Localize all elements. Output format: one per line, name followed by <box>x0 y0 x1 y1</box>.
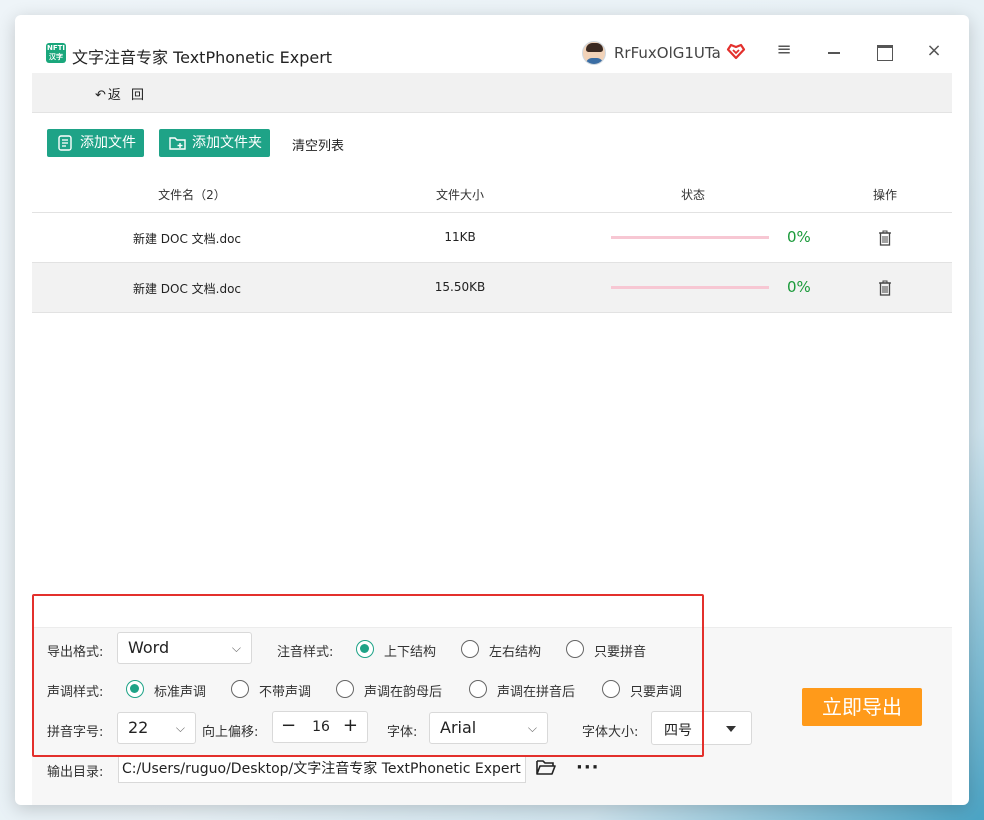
caret-down-icon <box>726 726 736 732</box>
file-size-cell: 15.50KB <box>434 280 486 294</box>
pinyin-size-select[interactable]: 22 ⌵ <box>117 712 196 744</box>
app-window: NFTI 汉字 文字注音专家 TextPhonetic Expert RrFux… <box>15 15 969 805</box>
header-status: 状态 <box>680 188 705 202</box>
menu-icon[interactable]: ≡ <box>772 39 796 63</box>
output-dir-label: 输出目录: <box>47 765 104 780</box>
clear-list-button[interactable]: 清空列表 <box>292 135 344 154</box>
header-action: 操作 <box>872 188 897 202</box>
font-size-label: 字体大小: <box>582 725 639 740</box>
chevron-down-icon: ⌵ <box>231 641 241 655</box>
table-row[interactable]: 新建 DOC 文档.doc 11KB 0% <box>32 213 952 263</box>
file-size-cell: 11KB <box>444 230 476 244</box>
progress-percent: 0% <box>787 228 811 246</box>
add-file-button[interactable]: 添加文件 <box>47 129 144 157</box>
file-table: 文件名（2） 文件大小 状态 操作 新建 DOC 文档.doc 11KB 0% … <box>32 175 952 313</box>
vip-heart-icon[interactable] <box>726 41 746 61</box>
header-filename: 文件名（2） <box>158 188 226 202</box>
file-name-cell: 新建 DOC 文档.doc <box>132 232 242 246</box>
annotation-style-label: 注音样式: <box>277 645 334 660</box>
table-row[interactable]: 新建 DOC 文档.doc 15.50KB 0% <box>32 263 952 313</box>
delete-trash-icon[interactable] <box>878 230 892 246</box>
progress-bar <box>611 286 769 289</box>
export-format-select[interactable]: Word ⌵ <box>117 632 252 664</box>
folder-open-icon[interactable] <box>536 758 556 776</box>
add-folder-button[interactable]: 添加文件夹 <box>159 129 270 157</box>
export-format-label: 导出格式: <box>47 645 104 660</box>
table-header: 文件名（2） 文件大小 状态 操作 <box>32 175 952 213</box>
font-size-select[interactable]: 四号 <box>651 711 752 745</box>
font-select[interactable]: Arial ⌵ <box>429 712 548 744</box>
user-avatar[interactable] <box>582 41 606 65</box>
file-name-cell: 新建 DOC 文档.doc <box>132 282 242 296</box>
delete-trash-icon[interactable] <box>878 280 892 296</box>
chevron-down-icon: ⌵ <box>527 721 537 735</box>
back-bar: ↶ 返 回 <box>32 73 952 113</box>
back-button[interactable]: ↶ 返 回 <box>95 84 147 103</box>
app-logo-icon: NFTI 汉字 <box>46 43 66 63</box>
increment-button[interactable]: + <box>343 715 358 736</box>
app-title: 文字注音专家 TextPhonetic Expert <box>72 48 333 67</box>
progress-percent: 0% <box>787 278 811 296</box>
document-icon <box>58 135 72 151</box>
chevron-down-icon: ⌵ <box>175 721 185 735</box>
offset-label: 向上偏移: <box>202 725 259 740</box>
more-options-icon[interactable]: ··· <box>576 757 600 778</box>
font-label: 字体: <box>387 725 418 740</box>
username-label[interactable]: RrFuxOlG1UTa <box>614 44 721 62</box>
back-arrow-icon: ↶ <box>95 88 106 103</box>
close-icon[interactable]: × <box>922 39 946 63</box>
progress-bar <box>611 236 769 239</box>
minimize-icon[interactable] <box>822 39 846 63</box>
offset-stepper[interactable]: − 16 + <box>272 711 368 743</box>
title-bar: NFTI 汉字 文字注音专家 TextPhonetic Expert RrFux… <box>15 15 969 73</box>
tone-style-label: 声调样式: <box>47 685 104 700</box>
folder-add-icon <box>169 137 186 150</box>
pinyin-size-label: 拼音字号: <box>47 725 104 740</box>
export-now-button[interactable]: 立即导出 <box>802 688 922 726</box>
header-filesize: 文件大小 <box>435 188 484 202</box>
output-dir-field[interactable]: C:/Users/ruguo/Desktop/文字注音专家 TextPhonet… <box>118 755 526 783</box>
maximize-icon[interactable] <box>872 39 896 63</box>
